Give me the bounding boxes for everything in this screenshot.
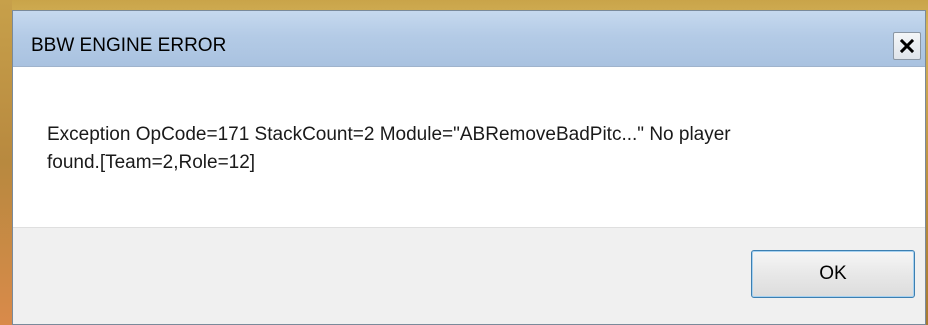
- ok-button[interactable]: OK: [751, 250, 915, 298]
- background-game-text-fragment: [414, 0, 524, 10]
- error-message: Exception OpCode=171 StackCount=2 Module…: [47, 121, 887, 177]
- dialog-title-bar[interactable]: BBW ENGINE ERROR: [13, 11, 925, 67]
- dialog-button-area: OK: [13, 227, 925, 324]
- error-message-line-1: Exception OpCode=171 StackCount=2 Module…: [47, 124, 731, 145]
- dialog-title: BBW ENGINE ERROR: [31, 35, 227, 56]
- error-dialog: BBW ENGINE ERROR Exception OpCode=171 St…: [12, 10, 926, 325]
- background-game-strip: [0, 0, 12, 325]
- close-button[interactable]: [893, 32, 921, 60]
- dialog-message-area: Exception OpCode=171 StackCount=2 Module…: [13, 67, 925, 227]
- error-message-line-2: found.[Team=2,Role=12]: [47, 152, 256, 173]
- close-icon: [900, 39, 914, 53]
